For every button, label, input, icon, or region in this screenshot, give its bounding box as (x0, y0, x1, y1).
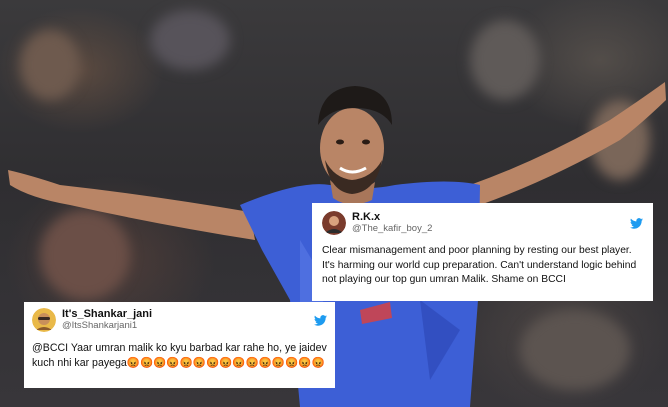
avatar (32, 308, 56, 332)
tweet-header: R.K.x @The_kafir_boy_2 (322, 211, 643, 235)
twitter-bird-icon (314, 314, 327, 326)
twitter-bird-icon (630, 217, 643, 229)
left-arm (8, 170, 255, 240)
tweet-author-handle: @ItsShankarjani1 (62, 319, 138, 331)
tweet-card[interactable]: It's_Shankar_jani @ItsShankarjani1 @BCCI… (24, 302, 335, 388)
tweet-card[interactable]: R.K.x @The_kafir_boy_2 Clear mismanageme… (312, 203, 653, 301)
tweet-text: Clear mismanagement and poor planning by… (322, 245, 637, 286)
right-arm (470, 82, 666, 205)
tweet-header: It's_Shankar_jani @ItsShankarjani1 (32, 308, 327, 332)
avatar (322, 211, 346, 235)
tweet-author-name: R.K.x (352, 211, 381, 224)
cricket-photo-background: R.K.x @The_kafir_boy_2 Clear mismanageme… (0, 0, 668, 407)
tweet-author-name: It's_Shankar_jani (62, 308, 153, 321)
tweet-author-handle: @The_kafir_boy_2 (352, 222, 433, 234)
tweet-text: @BCCI Yaar umran malik ko kyu barbad kar… (32, 342, 327, 370)
